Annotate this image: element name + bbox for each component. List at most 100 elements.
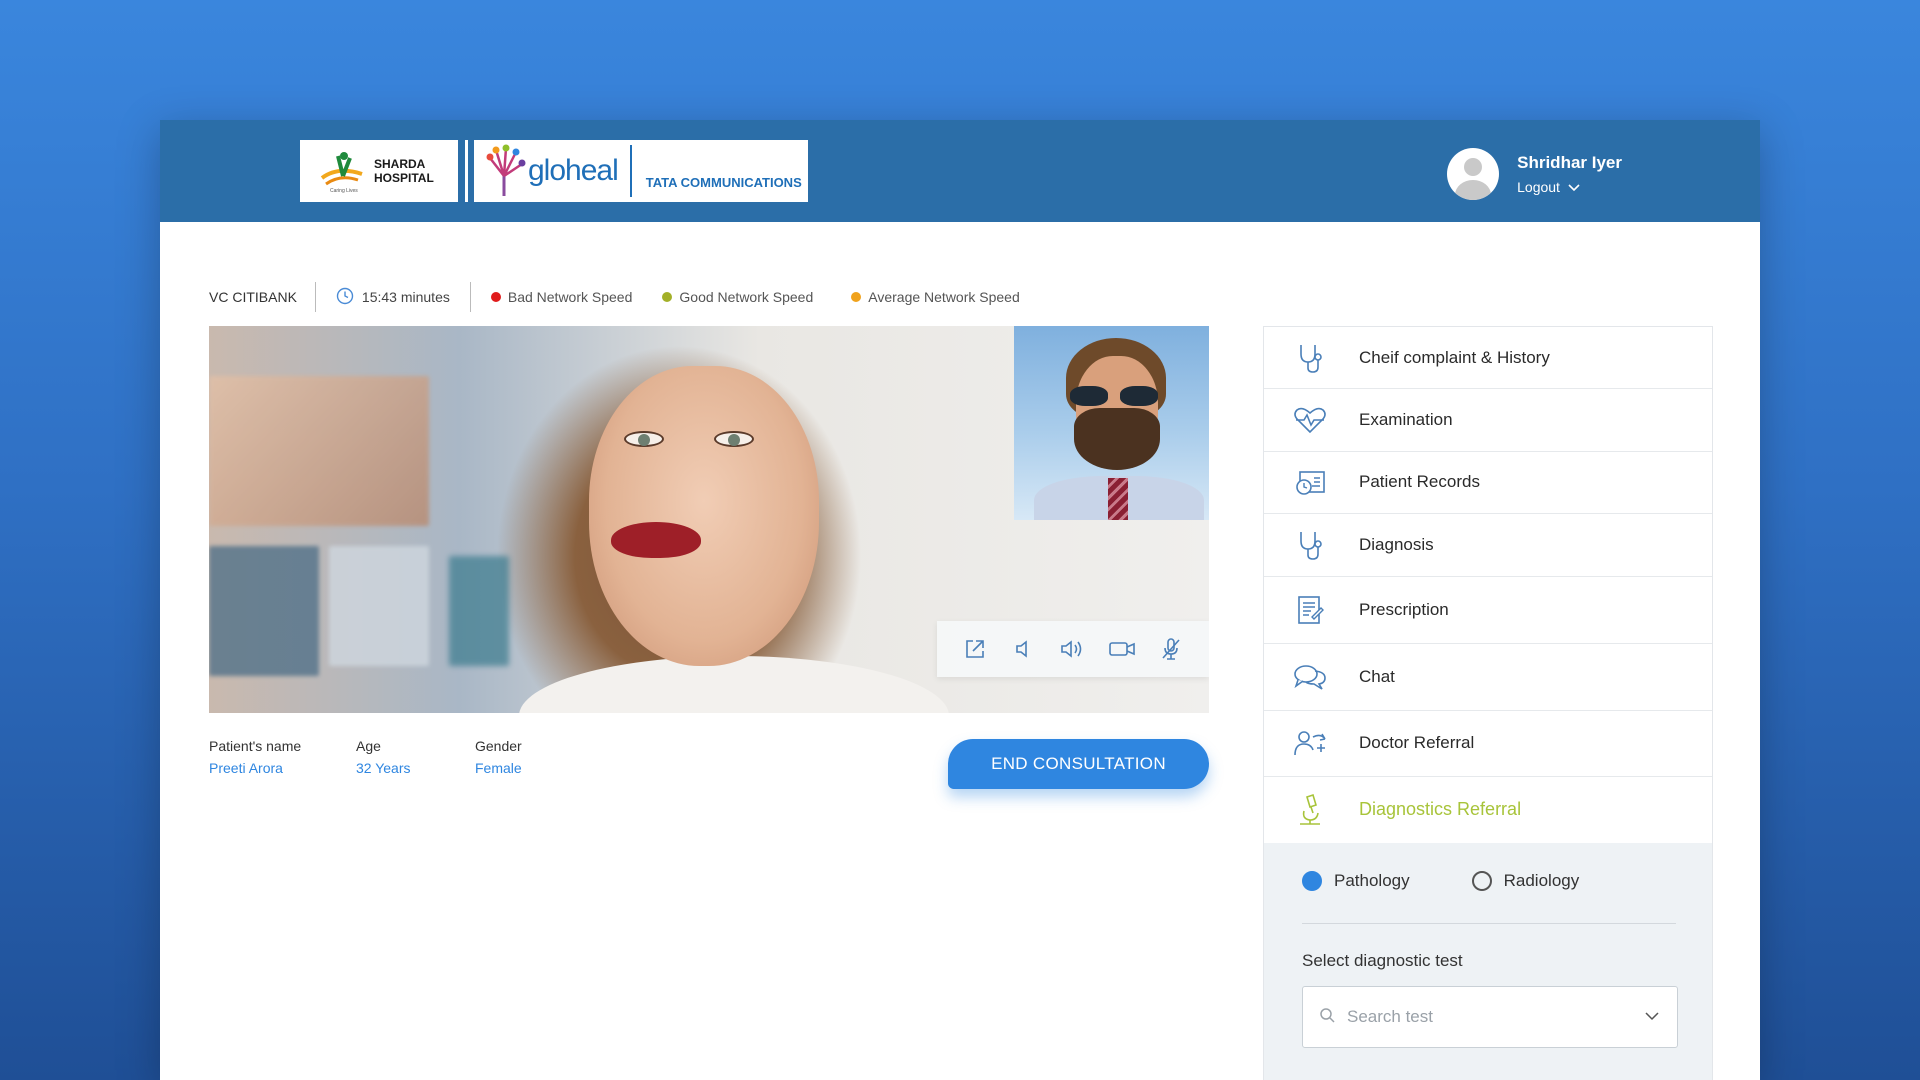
radio-label: Pathology <box>1334 871 1410 890</box>
gloheal-wordmark: gloheal <box>528 154 619 187</box>
sharda-line1: SHARDA <box>374 157 426 171</box>
stethoscope-icon <box>1292 340 1328 376</box>
chevron-down-icon[interactable] <box>1645 1008 1659 1026</box>
good-network-dot <box>662 292 673 302</box>
doctor-video-pip[interactable] <box>1014 326 1209 520</box>
avatar[interactable] <box>1447 148 1500 200</box>
session-name: VC CITIBANK <box>209 282 316 312</box>
patient-name-block: Patient's name Preeti Arora <box>209 738 301 776</box>
menu-item-label: Doctor Referral <box>1359 733 1475 753</box>
patient-face <box>589 366 819 666</box>
user-menu[interactable]: Shridhar Iyer Logout <box>1447 148 1622 200</box>
legend-average: Average Network Speed <box>851 289 1020 305</box>
user-info: Shridhar Iyer Logout <box>1517 153 1622 195</box>
legend-bad-label: Bad Network Speed <box>507 289 633 305</box>
menu-item-label: Chat <box>1359 666 1395 686</box>
gloheal-separator <box>629 145 632 197</box>
patient-gender-label: Gender <box>475 738 522 754</box>
patient-name-label: Patient's name <box>209 738 302 754</box>
patient-lips <box>611 522 701 558</box>
timer-value: 15:43 minutes <box>361 289 450 305</box>
menu-item-label: Diagnosis <box>1359 534 1434 554</box>
stethoscope-icon <box>1292 527 1328 563</box>
legend-good: Good Network Speed <box>662 289 813 305</box>
user-name: Shridhar Iyer <box>1517 153 1622 172</box>
legend-average-label: Average Network Speed <box>868 289 1020 305</box>
top-bar: Caring Lives SHARDA HOSPITAL gloheal TAT… <box>160 120 1760 222</box>
clock-icon <box>336 287 354 308</box>
video-call-area[interactable] <box>209 326 1209 713</box>
records-icon <box>1292 464 1328 500</box>
heart-pulse-icon <box>1292 402 1328 438</box>
radio-indicator-selected[interactable] <box>1302 871 1322 891</box>
video-controls <box>937 621 1209 677</box>
background-blur <box>209 376 429 526</box>
radio-pathology[interactable]: Pathology <box>1302 871 1410 891</box>
speaker-low-icon[interactable] <box>1010 635 1038 663</box>
menu-item-label: Diagnostics Referral <box>1359 799 1522 820</box>
divider <box>1302 923 1676 924</box>
patient-gender-block: Gender Female <box>475 738 522 776</box>
bad-network-dot <box>490 292 501 302</box>
microscope-icon <box>1292 792 1328 828</box>
speaker-high-icon[interactable] <box>1059 635 1087 663</box>
background-blur <box>209 546 319 676</box>
average-network-dot <box>851 292 862 302</box>
status-row: VC CITIBANK 15:43 minutes Bad Network Sp… <box>209 282 1020 312</box>
menu-item-examination[interactable]: Examination <box>1264 389 1712 452</box>
chevron-down-icon <box>1568 179 1580 195</box>
logout-button[interactable]: Logout <box>1517 179 1622 195</box>
patient-gender-value: Female <box>475 760 522 776</box>
diagnostics-referral-section: Pathology Radiology Select diagnostic te… <box>1264 843 1712 1080</box>
menu-item-patient-records[interactable]: Patient Records <box>1264 452 1712 515</box>
patient-age-value: 32 Years <box>356 760 411 776</box>
video-camera-icon[interactable] <box>1108 635 1136 663</box>
patient-age-label: Age <box>356 738 381 754</box>
patient-name-value: Preeti Arora <box>209 760 283 776</box>
gloheal-tata-logo: gloheal TATA COMMUNICATIONS <box>474 140 808 202</box>
sharda-logo-text: SHARDA HOSPITAL <box>374 157 434 185</box>
chat-icon <box>1292 659 1328 695</box>
select-test-label: Select diagnostic test <box>1302 951 1463 970</box>
mic-off-icon[interactable] <box>1157 635 1185 663</box>
patient-age-block: Age 32 Years <box>356 738 411 776</box>
gloheal-tree-icon <box>482 144 526 198</box>
menu-item-label: Examination <box>1359 410 1453 430</box>
consultation-menu-panel: Cheif complaint & History Examination Pa… <box>1263 326 1713 1080</box>
menu-item-diagnostics-referral[interactable]: Diagnostics Referral <box>1264 777 1712 843</box>
sharda-hospital-logo: Caring Lives SHARDA HOSPITAL <box>300 140 458 202</box>
doctor-referral-icon <box>1292 725 1328 761</box>
menu-item-label: Cheif complaint & History <box>1359 347 1550 367</box>
menu-item-doctor-referral[interactable]: Doctor Referral <box>1264 711 1712 777</box>
menu-item-diagnosis[interactable]: Diagnosis <box>1264 514 1712 577</box>
logo-divider <box>465 140 468 202</box>
sharda-emblem-icon: Caring Lives <box>318 148 368 194</box>
svg-text:Caring Lives: Caring Lives <box>330 188 358 194</box>
session-timer: 15:43 minutes <box>316 282 471 312</box>
menu-item-label: Prescription <box>1359 599 1449 619</box>
legend-good-label: Good Network Speed <box>679 289 814 305</box>
search-icon <box>1319 1007 1335 1028</box>
prescription-icon <box>1292 592 1328 628</box>
app-window: Caring Lives SHARDA HOSPITAL gloheal TAT… <box>160 120 1760 1080</box>
background-blur <box>449 556 509 666</box>
test-type-radio-group: Pathology Radiology <box>1302 871 1579 891</box>
sharda-line2: HOSPITAL <box>374 171 434 185</box>
end-consultation-button[interactable]: END CONSULTATION <box>948 739 1209 789</box>
search-input[interactable]: Search test <box>1347 1007 1645 1027</box>
external-link-icon[interactable] <box>961 635 989 663</box>
search-test-dropdown[interactable]: Search test <box>1302 986 1678 1048</box>
legend-bad: Bad Network Speed <box>490 289 633 305</box>
patient-eye <box>714 431 754 447</box>
background-blur <box>329 546 429 666</box>
patient-eye <box>624 431 664 447</box>
menu-item-label: Patient Records <box>1359 472 1480 492</box>
menu-item-chat[interactable]: Chat <box>1264 644 1712 711</box>
menu-item-chief-complaint[interactable]: Cheif complaint & History <box>1264 327 1712 390</box>
tata-communications-wordmark: TATA COMMUNICATIONS <box>645 174 802 190</box>
radio-radiology[interactable]: Radiology <box>1471 871 1580 891</box>
logout-label: Logout <box>1517 179 1560 195</box>
radio-label: Radiology <box>1503 871 1580 890</box>
menu-item-prescription[interactable]: Prescription <box>1264 577 1712 644</box>
radio-indicator[interactable] <box>1471 871 1492 891</box>
